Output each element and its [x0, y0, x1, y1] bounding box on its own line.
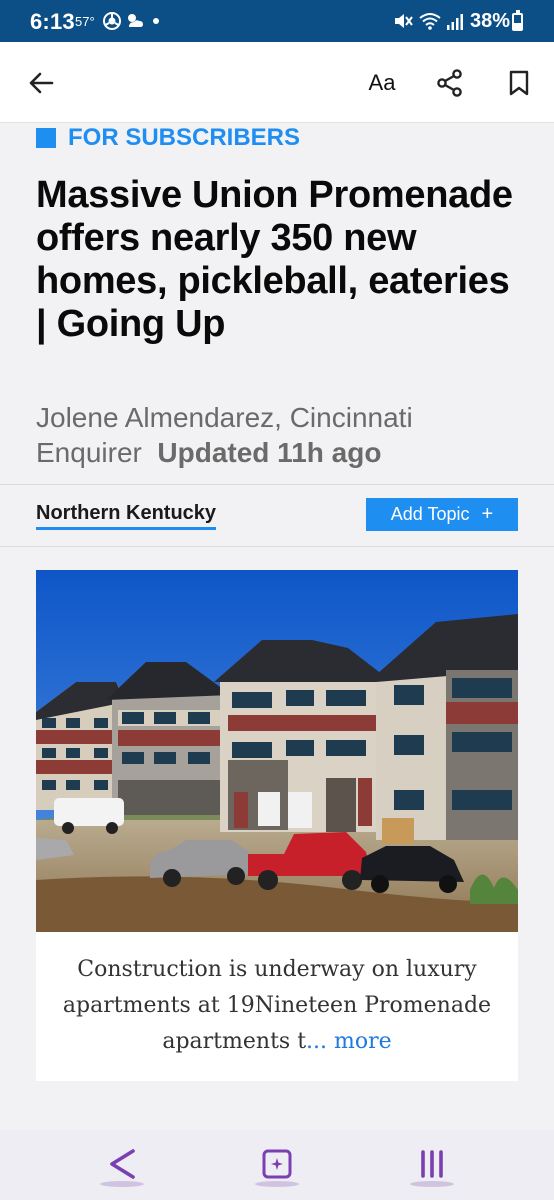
system-nav-bar: [0, 1130, 554, 1200]
subscriber-square-icon: [36, 128, 56, 148]
byline-updated: Updated 11h ago: [157, 437, 382, 468]
divider: [0, 484, 554, 485]
mute-icon: [393, 12, 413, 35]
back-button[interactable]: [24, 66, 58, 100]
add-topic-button[interactable]: Add Topic +: [366, 498, 518, 531]
back-arrow-icon: [29, 72, 54, 94]
nav-recents-button[interactable]: [412, 1144, 452, 1184]
add-topic-label: Add Topic: [390, 504, 470, 524]
status-temperature: 57°: [75, 14, 95, 29]
battery-icon: [512, 10, 523, 31]
app-bar: Aa: [0, 42, 554, 123]
share-button[interactable]: [433, 66, 467, 100]
nav-home-button[interactable]: [257, 1144, 297, 1184]
chrome-icon: [102, 11, 122, 36]
topic-link[interactable]: Northern Kentucky: [36, 502, 217, 530]
nav-recents-shadow: [410, 1181, 454, 1187]
bookmark-button[interactable]: [502, 66, 536, 100]
nav-back-button[interactable]: [102, 1144, 142, 1184]
subscriber-badge: FOR SUBSCRIBERS: [36, 124, 300, 152]
text-size-icon: Aa: [368, 70, 396, 95]
caption-more-link[interactable]: ... more: [306, 1029, 392, 1054]
notification-dot-icon: [153, 18, 159, 24]
nav-home-icon: [262, 1149, 292, 1179]
status-bar: 6:13 57° 38%: [0, 0, 554, 42]
subscriber-label: FOR SUBSCRIBERS: [68, 124, 301, 151]
bookmark-icon: [509, 70, 529, 96]
nav-back-shadow: [100, 1181, 144, 1187]
status-time: 6:13: [30, 9, 75, 34]
article-headline: Massive Union Promenade offers nearly 35…: [36, 174, 513, 345]
share-icon: [437, 69, 462, 97]
wifi-icon: [418, 11, 442, 36]
text-size-button[interactable]: Aa: [362, 66, 402, 100]
apartment-construction-image: [36, 570, 518, 932]
nav-home-shadow: [255, 1181, 299, 1187]
photo-caption-card: Construction is underway on luxury apart…: [36, 932, 518, 1081]
battery-percent: 38%: [470, 10, 511, 32]
cloud-sun-icon: [124, 11, 146, 36]
byline: Jolene Almendarez, Cincinnati Enquirer U…: [36, 400, 526, 470]
signal-icon: [446, 13, 464, 35]
photo-caption: Construction is underway on luxury apart…: [36, 952, 518, 1060]
divider: [0, 546, 554, 547]
article-photo[interactable]: [36, 570, 518, 932]
nav-back-icon: [110, 1149, 135, 1179]
caption-text: Construction is underway on luxury apart…: [62, 957, 492, 1054]
plus-icon: +: [481, 503, 494, 525]
nav-recents-icon: [421, 1150, 443, 1178]
